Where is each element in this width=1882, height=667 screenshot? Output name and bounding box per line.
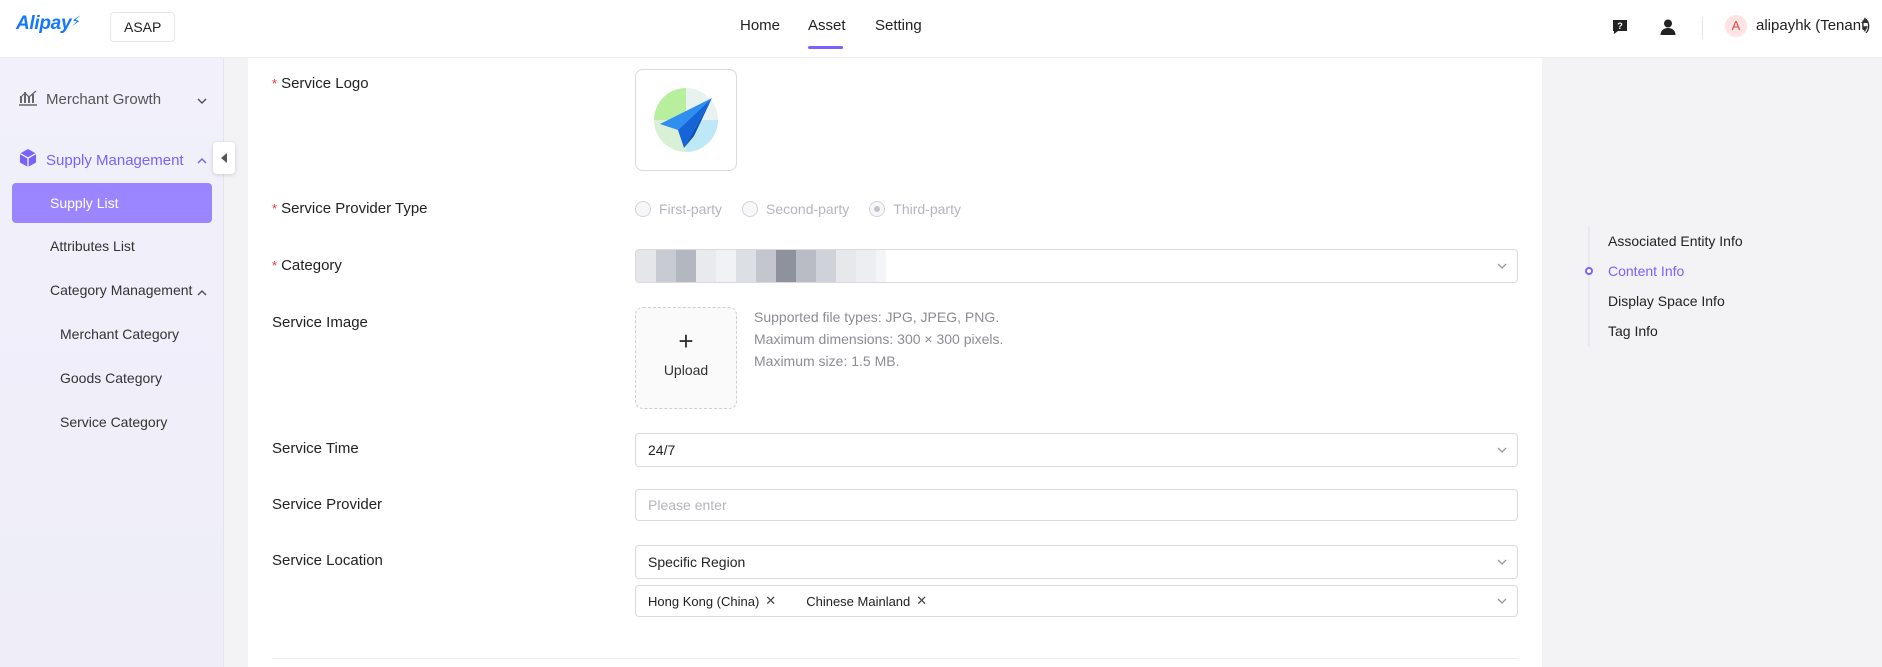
required-mark: * bbox=[272, 258, 278, 273]
sidebar-collapse-button[interactable] bbox=[213, 142, 235, 174]
sidebar-group-label: Merchant Growth bbox=[46, 90, 162, 108]
chevron-down-icon bbox=[1497, 447, 1507, 453]
service-logo-label: * Service Logo bbox=[272, 75, 369, 92]
nav-asset[interactable]: Asset bbox=[808, 17, 846, 34]
radio-first-party[interactable]: First-party bbox=[635, 201, 722, 217]
region-tag: Hong Kong (China) ✕ bbox=[642, 593, 783, 609]
content-form: * Service Logo * Service Provider Type Fir… bbox=[248, 58, 1542, 667]
sidebar-group-supply-management[interactable]: Supply Management bbox=[18, 148, 184, 172]
service-location-label: Service Location bbox=[272, 552, 383, 569]
app-switcher[interactable]: ASAP bbox=[110, 12, 176, 42]
alipay-logo[interactable]: Alipay⚡ bbox=[16, 13, 81, 35]
service-provider-label: Service Provider bbox=[272, 496, 383, 513]
tenant-switch-icon[interactable]: ▲ ▼ bbox=[1860, 16, 1870, 35]
upload-hint-size: Maximum size: 1.5 MB. bbox=[754, 353, 900, 369]
close-icon[interactable]: ✕ bbox=[916, 593, 927, 609]
anchor-track bbox=[1588, 227, 1590, 347]
upload-hint-types: Supported file types: JPG, JPEG, PNG. bbox=[754, 309, 1000, 325]
caret-left-icon bbox=[221, 153, 227, 163]
header-divider bbox=[1702, 17, 1703, 39]
provider-type-radio-group: First-party Second-party Third-party bbox=[635, 201, 981, 217]
category-label: * Category bbox=[272, 257, 342, 274]
chevron-down-icon bbox=[1497, 263, 1507, 269]
tenant-avatar[interactable]: A bbox=[1725, 15, 1747, 37]
service-location-value: Specific Region bbox=[648, 554, 746, 570]
service-logo-image[interactable] bbox=[635, 69, 737, 171]
section-divider bbox=[272, 658, 1518, 659]
provider-type-label: * Service Provider Type bbox=[272, 200, 428, 217]
sidebar: Merchant Growth Supply Management Supply… bbox=[0, 58, 224, 667]
radio-dot bbox=[742, 201, 758, 217]
chevron-up-icon[interactable] bbox=[197, 156, 207, 166]
anchor-associated-entity-info[interactable]: Associated Entity Info bbox=[1608, 233, 1743, 249]
service-location-select[interactable]: Specific Region bbox=[635, 545, 1518, 579]
plus-icon: + bbox=[678, 326, 694, 356]
radio-third-party[interactable]: Third-party bbox=[869, 201, 961, 217]
upload-button[interactable]: + Upload bbox=[635, 307, 737, 409]
sidebar-item-category-management[interactable]: Category Management bbox=[50, 282, 192, 298]
radio-dot bbox=[635, 201, 651, 217]
sidebar-item-goods-category[interactable]: Goods Category bbox=[60, 370, 162, 386]
chevron-down-icon bbox=[1497, 559, 1507, 565]
region-tag: Chinese Mainland ✕ bbox=[800, 593, 934, 609]
nav-setting[interactable]: Setting bbox=[875, 17, 922, 34]
anchor-tag-info[interactable]: Tag Info bbox=[1608, 323, 1658, 339]
user-icon[interactable] bbox=[1657, 16, 1679, 38]
sidebar-item-attributes-list[interactable]: Attributes List bbox=[50, 238, 135, 254]
nav-home[interactable]: Home bbox=[740, 17, 780, 34]
redacted-category-value bbox=[636, 250, 886, 282]
required-mark: * bbox=[272, 76, 278, 91]
feedback-icon[interactable]: ? bbox=[1609, 16, 1631, 38]
chevron-down-icon[interactable] bbox=[197, 96, 207, 106]
required-mark: * bbox=[272, 201, 278, 216]
anchor-active-indicator bbox=[1585, 267, 1593, 275]
bolt-icon: ⚡ bbox=[71, 13, 81, 29]
sidebar-group-label: Supply Management bbox=[46, 151, 184, 169]
service-image-label: Service Image bbox=[272, 314, 368, 331]
sidebar-item-supply-list[interactable]: Supply List bbox=[12, 183, 212, 223]
service-time-value: 24/7 bbox=[648, 442, 676, 458]
paper-plane-icon bbox=[654, 88, 718, 152]
service-time-label: Service Time bbox=[272, 440, 359, 457]
chart-icon bbox=[18, 88, 38, 110]
top-bar: Alipay⚡ ASAP Home Asset Setting ? A alip… bbox=[0, 0, 1882, 58]
sidebar-item-merchant-category[interactable]: Merchant Category bbox=[60, 326, 179, 342]
upload-label: Upload bbox=[663, 362, 709, 378]
upload-hint-dimensions: Maximum dimensions: 300 × 300 pixels. bbox=[754, 331, 1004, 347]
chevron-down-icon bbox=[1497, 598, 1507, 604]
category-select[interactable] bbox=[635, 249, 1518, 283]
region-multi-select[interactable]: Hong Kong (China) ✕ Chinese Mainland ✕ bbox=[635, 585, 1518, 617]
anchor-content-info[interactable]: Content Info bbox=[1608, 263, 1684, 279]
service-time-select[interactable]: 24/7 bbox=[635, 433, 1518, 467]
chevron-up-icon[interactable] bbox=[197, 288, 207, 298]
radio-second-party[interactable]: Second-party bbox=[742, 201, 849, 217]
tenant-name[interactable]: alipayhk (Tenant) bbox=[1756, 17, 1870, 34]
svg-text:?: ? bbox=[1617, 21, 1623, 31]
close-icon[interactable]: ✕ bbox=[765, 593, 776, 609]
active-nav-indicator bbox=[808, 46, 843, 49]
radio-dot bbox=[869, 201, 886, 217]
anchor-display-space-info[interactable]: Display Space Info bbox=[1608, 293, 1725, 309]
sidebar-item-service-category[interactable]: Service Category bbox=[60, 414, 167, 430]
service-provider-input[interactable]: Please enter bbox=[635, 489, 1518, 521]
cube-icon bbox=[18, 148, 38, 172]
sidebar-group-merchant-growth[interactable]: Merchant Growth bbox=[18, 88, 161, 110]
